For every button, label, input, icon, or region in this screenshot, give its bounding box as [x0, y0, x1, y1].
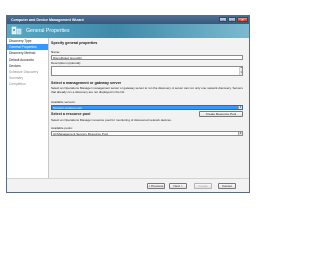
- window-title: Computer and Device Management Wizard: [11, 18, 84, 22]
- available-servers-select[interactable]: Server1.contoso.com ▼: [51, 104, 243, 110]
- title-bar[interactable]: Computer and Device Management Wizard – …: [7, 16, 249, 24]
- cancel-button[interactable]: Cancel: [218, 183, 236, 189]
- wizard-icon: [11, 26, 22, 35]
- description-field[interactable]: ▲ ▼: [51, 65, 243, 76]
- minimize-button[interactable]: –: [219, 17, 227, 22]
- wizard-window: Computer and Device Management Wizard – …: [6, 15, 250, 193]
- create-button: Create: [194, 183, 212, 189]
- footer-divider: [7, 178, 249, 179]
- available-pools-select[interactable]: All Management Servers Resource Pool ▼: [51, 130, 243, 136]
- chevron-down-icon[interactable]: ▼: [238, 105, 242, 109]
- scroll-down-icon[interactable]: ▼: [240, 71, 242, 75]
- page-title: General Properties: [26, 28, 70, 34]
- close-button[interactable]: ✕: [237, 17, 248, 22]
- pool-heading: Select a resource pool: [51, 112, 91, 116]
- window-controls: – □ ✕: [219, 17, 248, 22]
- wizard-header: General Properties: [7, 24, 249, 38]
- wizard-content: Specify general properties Name: DiscoRu…: [51, 40, 247, 176]
- pool-description: Select an Operations Manager resource po…: [51, 118, 172, 122]
- available-pools-value: All Management Servers Resource Pool: [53, 131, 109, 136]
- create-resource-pool-button[interactable]: Create Resource Pool: [199, 111, 243, 117]
- description-label: Description (optional):: [51, 61, 82, 65]
- nav-item-completion: Completion: [9, 82, 26, 87]
- available-servers-value: Server1.contoso.com: [53, 105, 83, 110]
- general-properties-heading: Specify general properties: [51, 41, 98, 45]
- server-description: Select an Operations Manager management …: [51, 86, 243, 94]
- server-heading: Select a management or gateway server: [51, 81, 122, 85]
- name-label: Name:: [51, 50, 61, 54]
- available-pools-label: Available pools:: [51, 126, 73, 130]
- chevron-down-icon[interactable]: ▼: [238, 131, 242, 135]
- maximize-button[interactable]: □: [228, 17, 236, 22]
- scroll-up-icon[interactable]: ▲: [240, 66, 242, 70]
- next-button[interactable]: Next >: [169, 183, 187, 189]
- name-field[interactable]: DiscoRuleA Group01: [51, 54, 243, 60]
- description-scrollbar[interactable]: ▲ ▼: [239, 66, 242, 75]
- previous-button[interactable]: < Previous: [147, 183, 165, 189]
- wizard-nav: Discovery Type General Properties Discov…: [7, 38, 49, 178]
- available-servers-label: Available servers:: [51, 100, 76, 104]
